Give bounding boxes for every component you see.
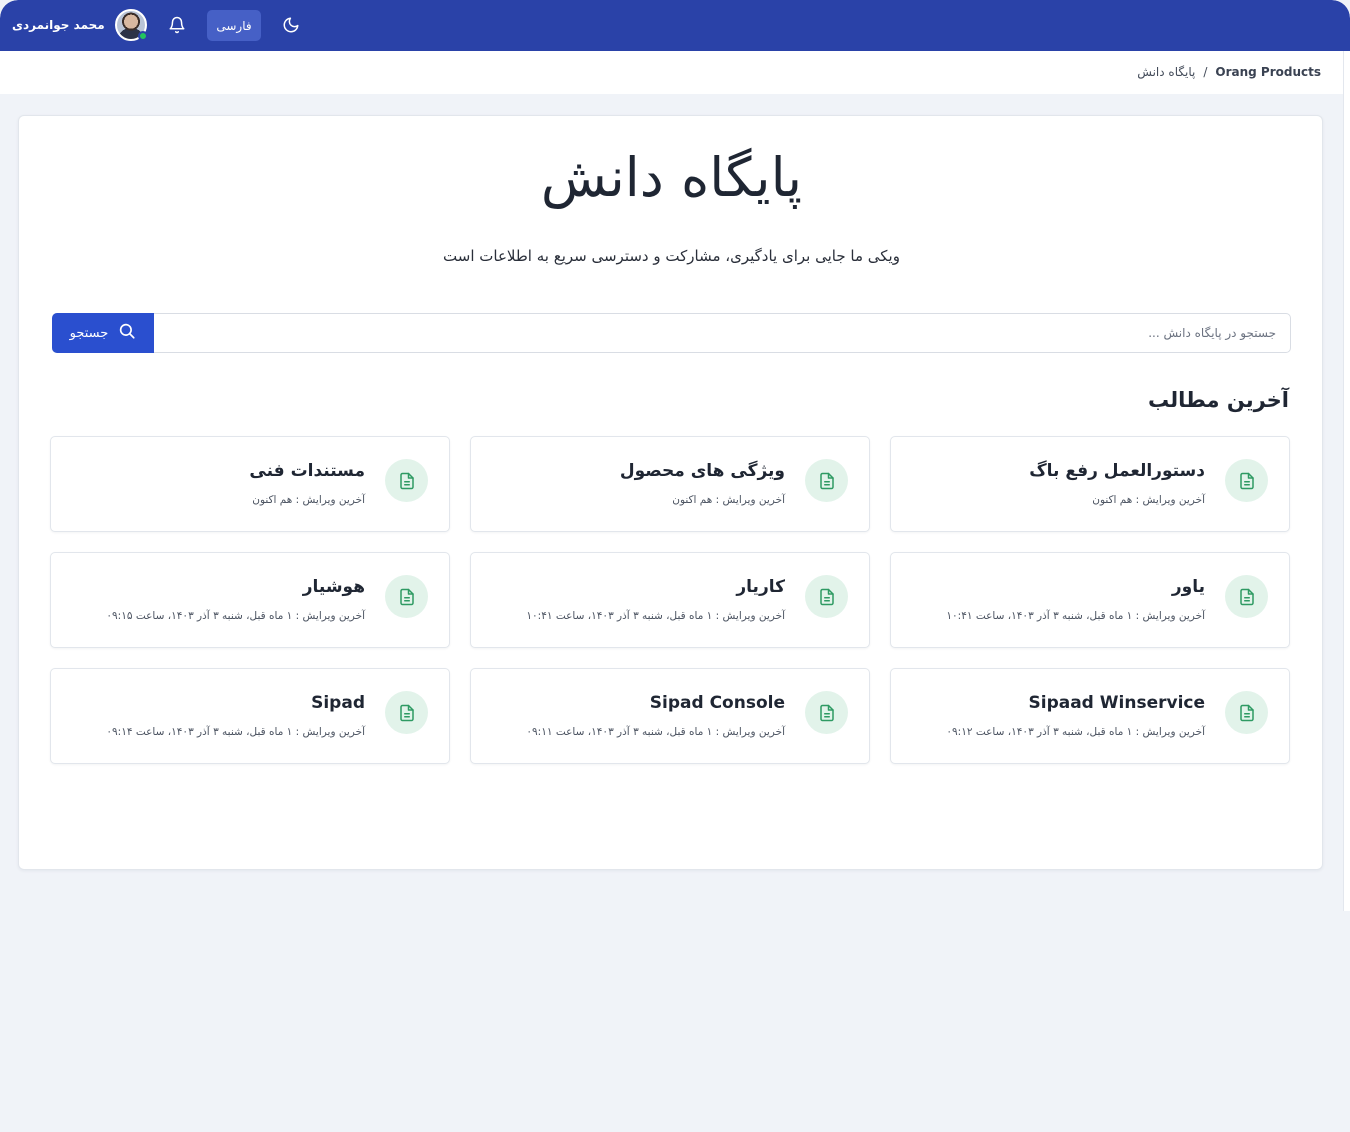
article-last-edited: آخرین ویرایش : هم اکنون (252, 494, 365, 506)
article-title[interactable]: مستندات فنی (249, 461, 365, 481)
breadcrumb-bar: پایگاه دانش / Orang Products (0, 51, 1343, 94)
page-subtitle: ویکی ما جایی برای یادگیری، مشارکت و دستر… (443, 247, 900, 265)
user-name: محمد جوانمردی (12, 18, 105, 32)
article-card[interactable]: هوشیار آخرین ویرایش : ۱ ماه قبل، شنبه ۳ آ… (50, 552, 450, 648)
search-input[interactable] (154, 314, 1290, 352)
knowledge-base-card: پایگاه دانش ویکی ما جایی برای یادگیری، م… (18, 115, 1323, 870)
article-title[interactable]: Sipaad Winservice (1029, 693, 1206, 713)
article-title[interactable]: دستورالعمل رفع باگ (1029, 461, 1205, 481)
avatar[interactable] (114, 9, 148, 41)
language-button[interactable]: فارسی (207, 10, 261, 41)
online-status-dot (137, 31, 148, 41)
article-card[interactable]: کاریار آخرین ویرایش : ۱ ماه قبل، شنبه ۳ آ… (470, 552, 870, 648)
notification-bell-icon[interactable] (167, 15, 187, 35)
user-menu[interactable]: محمد جوانمردی (12, 8, 148, 42)
document-icon (805, 691, 848, 734)
document-icon (385, 691, 428, 734)
search-box: جستجو (52, 313, 1291, 353)
article-card[interactable]: دستورالعمل رفع باگ آخرین ویرایش : هم اکنو… (890, 436, 1290, 532)
article-last-edited: آخرین ویرایش : هم اکنون (672, 494, 785, 506)
article-card[interactable]: مستندات فنی آخرین ویرایش : هم اکنون (50, 436, 450, 532)
search-button[interactable]: جستجو (52, 313, 154, 353)
page-title: پایگاه دانش (540, 146, 803, 209)
search-icon (118, 322, 136, 344)
article-card[interactable]: Sipad آخرین ویرایش : ۱ ماه قبل، شنبه ۳ آذ… (50, 668, 450, 764)
article-card[interactable]: ویژگی های محصول آخرین ویرایش : هم اکنون (470, 436, 870, 532)
article-last-edited: آخرین ویرایش : هم اکنون (1092, 494, 1205, 506)
breadcrumb: پایگاه دانش / Orang Products (1137, 65, 1321, 79)
document-icon (385, 575, 428, 618)
article-title[interactable]: Sipad Console (650, 693, 785, 713)
document-icon (805, 575, 848, 618)
breadcrumb-root-link[interactable]: Orang Products (1215, 65, 1321, 79)
article-card[interactable]: Sipaad Winservice آخرین ویرایش : ۱ ماه قب… (890, 668, 1290, 764)
document-icon (1225, 691, 1268, 734)
article-title[interactable]: Sipad (311, 693, 365, 713)
document-icon (1225, 459, 1268, 502)
latest-posts-heading: آخرین مطالب (1148, 388, 1289, 412)
article-last-edited: آخرین ویرایش : ۱ ماه قبل، شنبه ۳ آذر ۱۴۰… (946, 610, 1205, 622)
article-title[interactable]: ویژگی های محصول (620, 461, 785, 481)
dark-mode-moon-icon[interactable] (281, 15, 301, 35)
article-last-edited: آخرین ویرایش : ۱ ماه قبل، شنبه ۳ آذر ۱۴۰… (526, 726, 785, 738)
article-last-edited: آخرین ویرایش : ۱ ماه قبل، شنبه ۳ آذر ۱۴۰… (526, 610, 785, 622)
breadcrumb-separator: / (1203, 65, 1208, 79)
scrollbar[interactable] (1343, 51, 1350, 911)
document-icon (385, 459, 428, 502)
article-title[interactable]: یاور (1172, 577, 1205, 597)
article-card[interactable]: یاور آخرین ویرایش : ۱ ماه قبل، شنبه ۳ آذر… (890, 552, 1290, 648)
document-icon (805, 459, 848, 502)
search-button-label: جستجو (69, 325, 109, 341)
article-last-edited: آخرین ویرایش : ۱ ماه قبل، شنبه ۳ آذر ۱۴۰… (106, 726, 365, 738)
article-title[interactable]: هوشیار (303, 577, 365, 597)
page: محمد جوانمردی فارسی پایگاه دانش / Orang … (0, 0, 1350, 1132)
article-title[interactable]: کاریار (736, 577, 785, 597)
article-last-edited: آخرین ویرایش : ۱ ماه قبل، شنبه ۳ آذر ۱۴۰… (946, 726, 1205, 738)
top-navbar: محمد جوانمردی فارسی (0, 0, 1350, 51)
article-card[interactable]: Sipad Console آخرین ویرایش : ۱ ماه قبل، ش… (470, 668, 870, 764)
breadcrumb-current: پایگاه دانش (1137, 65, 1196, 79)
document-icon (1225, 575, 1268, 618)
article-last-edited: آخرین ویرایش : ۱ ماه قبل، شنبه ۳ آذر ۱۴۰… (106, 610, 365, 622)
